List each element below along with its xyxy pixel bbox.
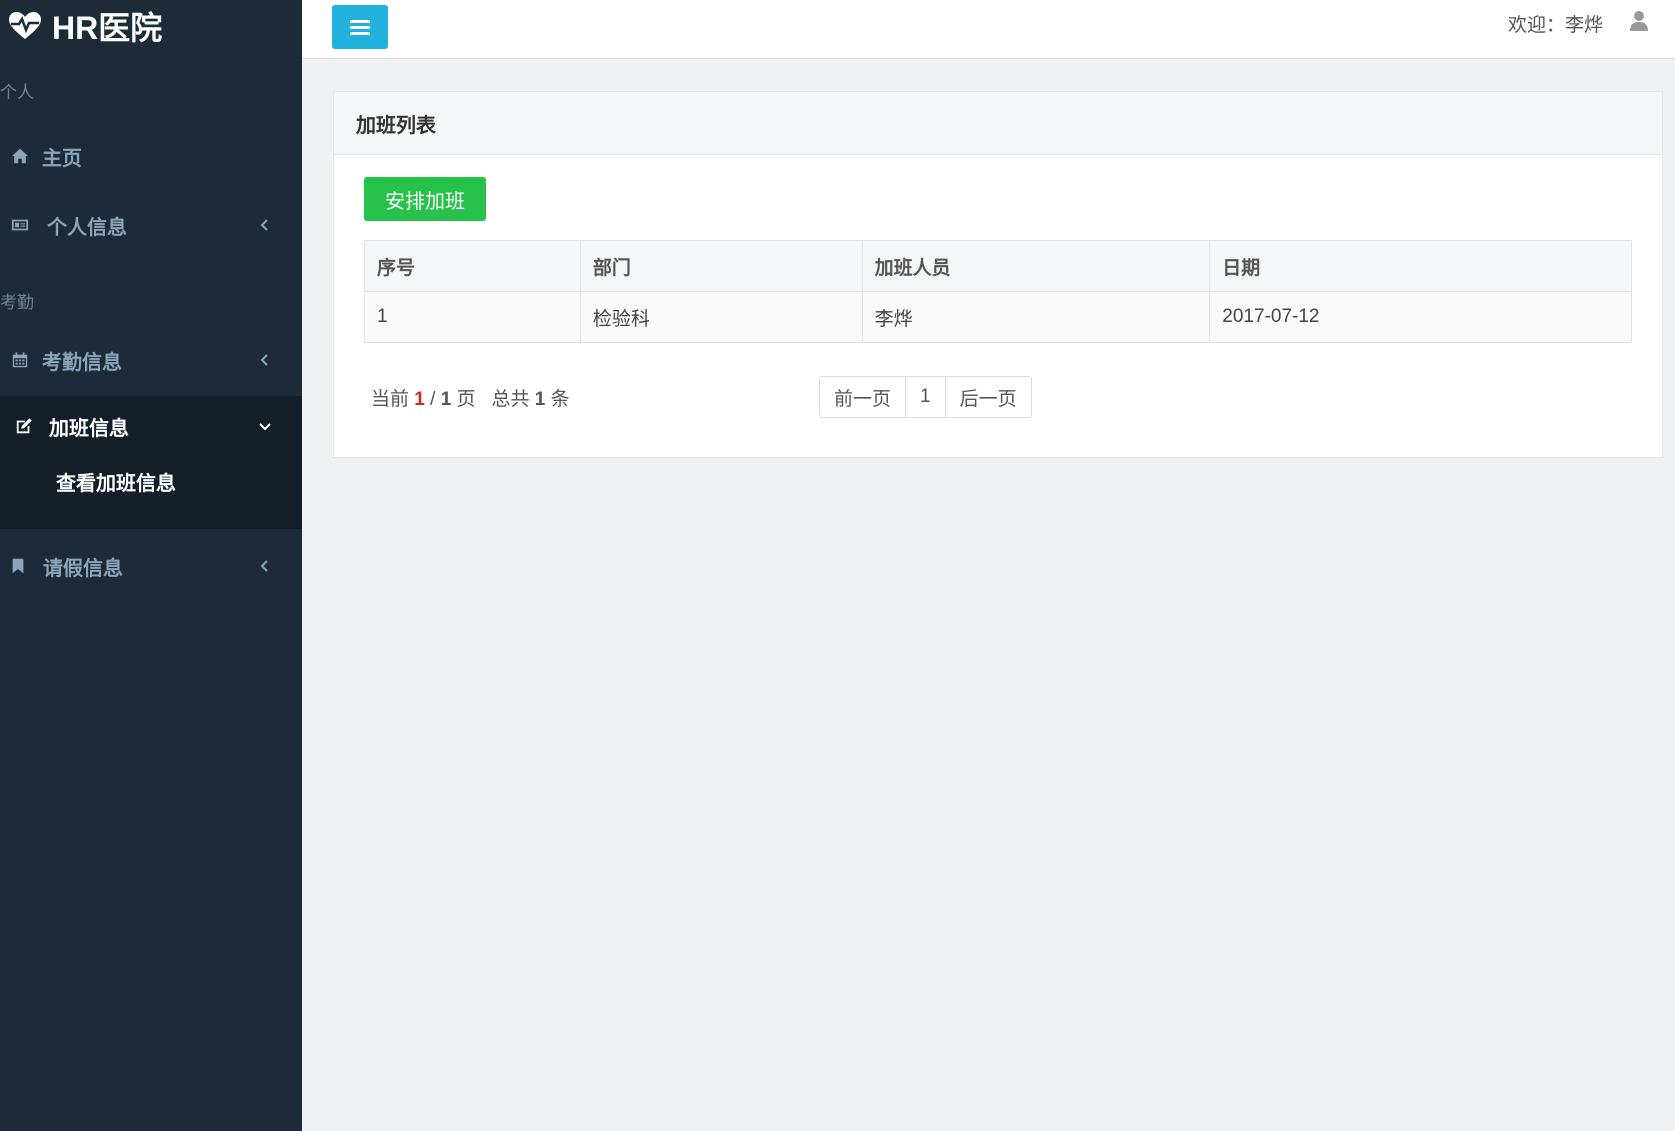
sidebar-group-overtime: 加班信息 查看加班信息 bbox=[0, 396, 302, 529]
next-page-button[interactable]: 后一页 bbox=[946, 377, 1031, 417]
section-label-personal: 个人 bbox=[0, 83, 34, 102]
section-label-attendance: 考勤 bbox=[0, 293, 34, 312]
chevron-left-icon bbox=[258, 218, 272, 232]
prev-page-button[interactable]: 前一页 bbox=[820, 377, 907, 417]
sidebar-item-home[interactable]: 主页 bbox=[0, 126, 302, 186]
sidebar-item-label: 考勤信息 bbox=[42, 351, 122, 374]
chevron-left-icon bbox=[258, 559, 272, 573]
bookmark-icon bbox=[8, 556, 28, 576]
sidebar-item-label: 主页 bbox=[42, 147, 82, 170]
pager-prefix: 当前 bbox=[371, 389, 410, 410]
calendar-icon bbox=[10, 350, 30, 370]
sidebar-item-attendance[interactable]: 考勤信息 bbox=[0, 330, 302, 390]
menu-bars-icon bbox=[350, 17, 370, 38]
edit-icon bbox=[14, 416, 34, 436]
pager-separator: / bbox=[430, 389, 436, 410]
pager-total-prefix: 总共 bbox=[491, 389, 530, 410]
cell-index: 1 bbox=[364, 291, 581, 343]
sidebar-item-personal-info[interactable]: 个人信息 bbox=[0, 195, 302, 255]
sidebar-toggle-button[interactable] bbox=[332, 5, 388, 49]
home-icon bbox=[10, 146, 30, 166]
overtime-list-panel: 加班列表 安排加班 序号 部门 加班人员 日期 1 检验科 李烨 2017-07… bbox=[333, 91, 1663, 458]
id-card-icon bbox=[10, 215, 30, 235]
sidebar-item-overtime[interactable]: 加班信息 bbox=[0, 396, 302, 456]
sidebar-item-label: 请假信息 bbox=[43, 557, 123, 580]
pager-page-unit: 页 bbox=[456, 389, 476, 410]
sidebar-subitem-view-overtime[interactable]: 查看加班信息 bbox=[56, 467, 176, 496]
sidebar-item-leave[interactable]: 请假信息 bbox=[0, 536, 302, 596]
current-page-number: 1 bbox=[414, 389, 425, 410]
sidebar: HR医院 个人 主页 个人信息 考勤 考勤信息 加班信息 查看加班信息 请假信息 bbox=[0, 0, 302, 1131]
column-header-index: 序号 bbox=[364, 240, 581, 292]
pagination-info: 当前 1 / 1 页 总共 1 条 bbox=[371, 384, 570, 411]
pager-item-unit: 条 bbox=[550, 389, 570, 410]
brand-logo[interactable]: HR医院 bbox=[8, 4, 162, 48]
cell-date: 2017-07-12 bbox=[1209, 291, 1632, 343]
table-row: 1 检验科 李烨 2017-07-12 bbox=[364, 291, 1632, 343]
pagination-controls: 前一页 1 后一页 bbox=[819, 376, 1032, 418]
column-header-department: 部门 bbox=[579, 240, 863, 292]
cell-staff: 李烨 bbox=[861, 291, 1211, 343]
top-navbar: 欢迎：李烨 bbox=[302, 0, 1675, 59]
chevron-left-icon bbox=[258, 353, 272, 367]
panel-title: 加班列表 bbox=[334, 92, 1662, 155]
cell-department: 检验科 bbox=[579, 291, 863, 343]
total-items-number: 1 bbox=[534, 389, 546, 410]
chevron-down-icon bbox=[258, 419, 272, 433]
app-title: HR医院 bbox=[52, 10, 163, 46]
sidebar-item-label: 加班信息 bbox=[49, 417, 129, 440]
sidebar-item-label: 个人信息 bbox=[47, 216, 127, 239]
column-header-staff: 加班人员 bbox=[861, 240, 1211, 292]
heartbeat-icon bbox=[9, 12, 41, 39]
total-pages-number: 1 bbox=[440, 389, 452, 410]
user-icon[interactable] bbox=[1629, 10, 1649, 32]
welcome-text: 欢迎：李烨 bbox=[1507, 15, 1603, 36]
page-number-button[interactable]: 1 bbox=[906, 377, 946, 417]
overtime-table: 序号 部门 加班人员 日期 1 检验科 李烨 2017-07-12 bbox=[364, 240, 1632, 343]
column-header-date: 日期 bbox=[1209, 240, 1632, 292]
table-header-row: 序号 部门 加班人员 日期 bbox=[364, 240, 1632, 292]
add-overtime-button[interactable]: 安排加班 bbox=[364, 177, 486, 221]
